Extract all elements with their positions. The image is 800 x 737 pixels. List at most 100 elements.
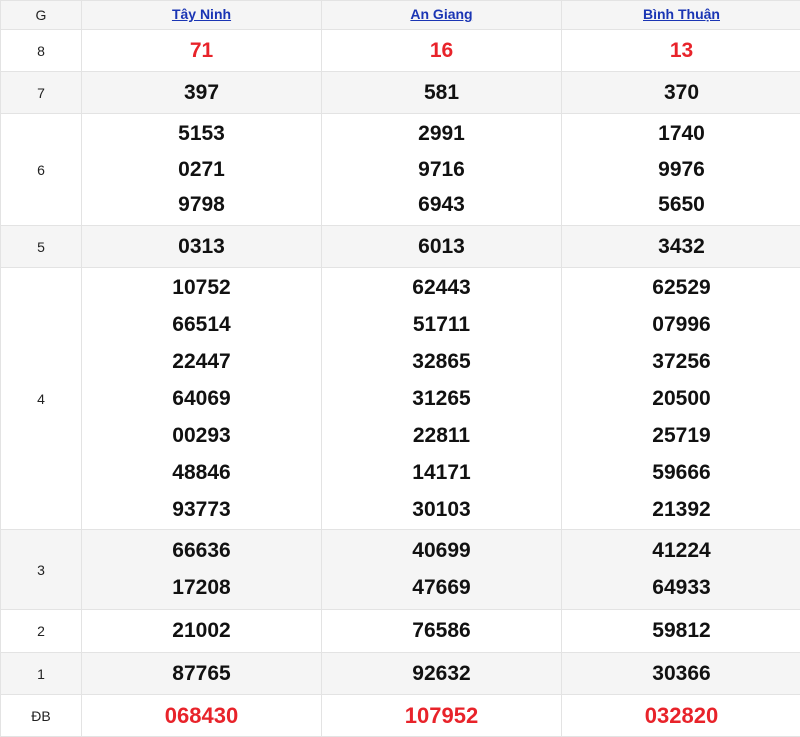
result-number: 5153 <box>82 116 321 152</box>
result-cell: 92632 <box>322 653 562 695</box>
result-number: 20500 <box>562 380 800 417</box>
prize-label: 5 <box>1 226 82 268</box>
result-number: 10752 <box>82 269 321 306</box>
result-number: 0313 <box>82 235 321 259</box>
special-prize-number: 032820 <box>562 703 800 729</box>
result-number: 17208 <box>82 570 321 607</box>
result-number: 92632 <box>322 662 561 686</box>
result-number: 87765 <box>82 662 321 686</box>
result-number: 30103 <box>322 491 561 528</box>
result-number: 9976 <box>562 152 800 188</box>
header-row: G Tây Ninh An Giang Bình Thuận <box>1 1 800 30</box>
result-number: 62443 <box>322 269 561 306</box>
result-number: 37256 <box>562 343 800 380</box>
prize-row-8: 8 71 16 13 <box>1 30 800 72</box>
result-number: 62529 <box>562 269 800 306</box>
result-cell: 30366 <box>562 653 800 695</box>
result-cell: 581 <box>322 72 562 114</box>
prize-row-1: 1 87765 92632 30366 <box>1 653 800 695</box>
result-cell: 10752 66514 22447 64069 00293 48846 9377… <box>82 268 322 530</box>
result-number: 93773 <box>82 491 321 528</box>
prize-column-header: G <box>1 1 82 30</box>
result-number: 30366 <box>562 662 800 686</box>
result-cell: 13 <box>562 30 800 72</box>
prize-label: 1 <box>1 653 82 695</box>
prize-row-4: 4 10752 66514 22447 64069 00293 48846 93… <box>1 268 800 530</box>
result-cell: 032820 <box>562 695 800 737</box>
result-number: 47669 <box>322 570 561 607</box>
result-number: 07996 <box>562 306 800 343</box>
result-number: 25719 <box>562 417 800 454</box>
result-cell: 107952 <box>322 695 562 737</box>
special-prize-number: 107952 <box>322 703 561 729</box>
result-number: 32865 <box>322 343 561 380</box>
result-number: 59812 <box>562 619 800 643</box>
result-number: 6943 <box>322 187 561 223</box>
prize-label: 4 <box>1 268 82 530</box>
result-number: 370 <box>562 81 800 105</box>
result-number: 64069 <box>82 380 321 417</box>
result-number: 9716 <box>322 152 561 188</box>
result-cell: 76586 <box>322 610 562 653</box>
result-number: 64933 <box>562 570 800 607</box>
result-number: 13 <box>562 39 800 63</box>
result-number: 59666 <box>562 454 800 491</box>
prize-label: 7 <box>1 72 82 114</box>
result-number: 48846 <box>82 454 321 491</box>
result-cell: 41224 64933 <box>562 530 800 610</box>
result-cell: 21002 <box>82 610 322 653</box>
prize-label: 8 <box>1 30 82 72</box>
prize-row-3: 3 66636 17208 40699 47669 41224 64933 <box>1 530 800 610</box>
result-number: 21392 <box>562 491 800 528</box>
result-cell: 40699 47669 <box>322 530 562 610</box>
province-header: Tây Ninh <box>82 1 322 30</box>
result-number: 21002 <box>82 619 321 643</box>
result-cell: 5153 0271 9798 <box>82 114 322 226</box>
result-number: 71 <box>82 39 321 63</box>
province-link-binh-thuan[interactable]: Bình Thuận <box>643 6 720 22</box>
province-link-an-giang[interactable]: An Giang <box>410 6 472 22</box>
result-number: 3432 <box>562 235 800 259</box>
result-cell: 370 <box>562 72 800 114</box>
result-cell: 2991 9716 6943 <box>322 114 562 226</box>
result-cell: 0313 <box>82 226 322 268</box>
result-cell: 71 <box>82 30 322 72</box>
result-number: 14171 <box>322 454 561 491</box>
result-number: 397 <box>82 81 321 105</box>
result-number: 581 <box>322 81 561 105</box>
result-number: 40699 <box>322 533 561 570</box>
result-number: 00293 <box>82 417 321 454</box>
result-cell: 62529 07996 37256 20500 25719 59666 2139… <box>562 268 800 530</box>
result-number: 22447 <box>82 343 321 380</box>
result-cell: 87765 <box>82 653 322 695</box>
prize-row-7: 7 397 581 370 <box>1 72 800 114</box>
result-cell: 3432 <box>562 226 800 268</box>
prize-row-5: 5 0313 6013 3432 <box>1 226 800 268</box>
province-header: An Giang <box>322 1 562 30</box>
result-cell: 6013 <box>322 226 562 268</box>
result-number: 1740 <box>562 116 800 152</box>
result-number: 6013 <box>322 235 561 259</box>
result-number: 9798 <box>82 187 321 223</box>
result-cell: 1740 9976 5650 <box>562 114 800 226</box>
result-cell: 068430 <box>82 695 322 737</box>
result-number: 66514 <box>82 306 321 343</box>
province-link-tay-ninh[interactable]: Tây Ninh <box>172 6 231 22</box>
result-cell: 59812 <box>562 610 800 653</box>
result-cell: 62443 51711 32865 31265 22811 14171 3010… <box>322 268 562 530</box>
result-cell: 397 <box>82 72 322 114</box>
prize-row-2: 2 21002 76586 59812 <box>1 610 800 653</box>
special-prize-number: 068430 <box>82 703 321 729</box>
result-cell: 66636 17208 <box>82 530 322 610</box>
prize-row-special: ĐB 068430 107952 032820 <box>1 695 800 737</box>
result-number: 76586 <box>322 619 561 643</box>
result-number: 16 <box>322 39 561 63</box>
result-number: 22811 <box>322 417 561 454</box>
result-number: 2991 <box>322 116 561 152</box>
result-number: 31265 <box>322 380 561 417</box>
province-header: Bình Thuận <box>562 1 800 30</box>
lottery-results-table: G Tây Ninh An Giang Bình Thuận 8 71 16 1… <box>0 0 800 737</box>
result-cell: 16 <box>322 30 562 72</box>
result-number: 51711 <box>322 306 561 343</box>
result-number: 5650 <box>562 187 800 223</box>
